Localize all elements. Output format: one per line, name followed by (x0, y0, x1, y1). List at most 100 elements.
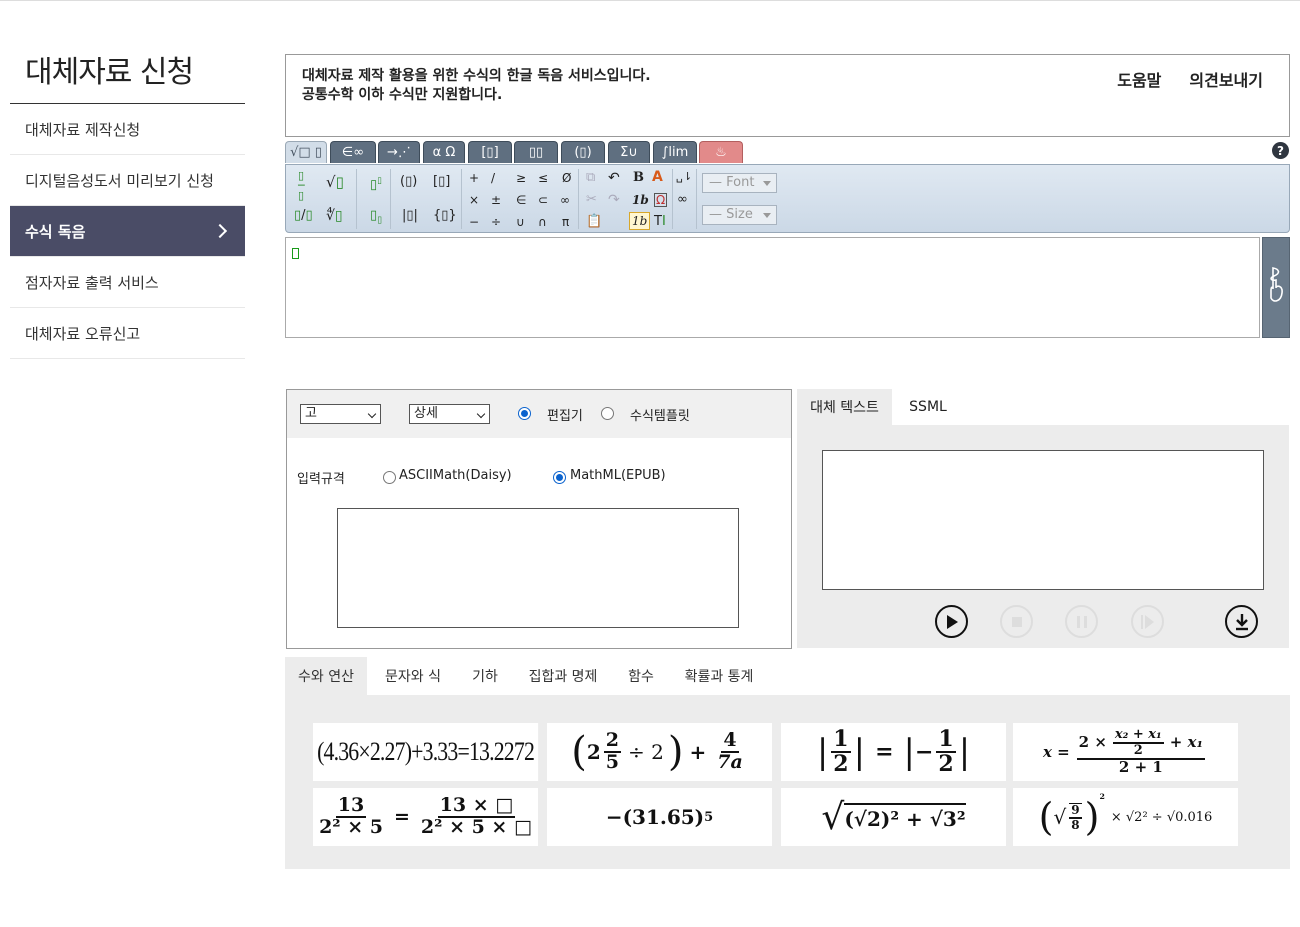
abs-bar-glyph: | (958, 732, 971, 772)
italic-button[interactable]: 1b (632, 193, 649, 207)
undo-icon[interactable]: ↶ (608, 171, 620, 185)
tab-greek[interactable]: α Ω (423, 141, 465, 163)
fraction-icon[interactable]: ▯ ─ ▯ (298, 170, 305, 201)
plus-minus-button[interactable]: ± (491, 193, 501, 207)
space-icon[interactable]: ␣⇂ (676, 170, 692, 184)
copy-icon[interactable]: ⧉ (586, 171, 595, 185)
question-icon[interactable]: ? (1272, 142, 1289, 159)
example-formula-1[interactable]: (4.36×2.27)+3.33=13.2272 (313, 723, 539, 781)
font-select[interactable]: — Font (702, 173, 777, 193)
geq-button[interactable]: ≥ (516, 171, 526, 185)
tab-ssml[interactable]: SSML (897, 389, 959, 425)
sidebar-item-label: 대체자료 제작신청 (25, 120, 141, 139)
italic-toggle-active[interactable]: 1b (629, 212, 651, 230)
tab-numbers-operations[interactable]: 수와 연산 (285, 657, 367, 695)
play-button[interactable] (935, 605, 968, 638)
infinity-button[interactable]: ∞ (560, 193, 570, 207)
download-button[interactable] (1225, 605, 1258, 638)
numerator-tail: + x₁ (1169, 733, 1204, 752)
tab-special[interactable]: ♨ (699, 141, 743, 163)
tab-probability-statistics[interactable]: 확률과 통계 (675, 657, 763, 695)
detail-select[interactable]: 상세 (409, 404, 490, 424)
format-mathml-radio[interactable] (553, 471, 566, 484)
element-of-button[interactable]: ∈ (516, 193, 526, 207)
example-formula-5[interactable]: 13 2² × 5 = 13 × □ 2² × 5 × □ (313, 788, 538, 846)
bold-button[interactable]: B (633, 171, 644, 185)
stop-button[interactable] (1000, 605, 1033, 638)
mode-editor-radio[interactable] (518, 407, 531, 420)
pointer-hand-icon (1270, 267, 1283, 302)
intersection-button[interactable]: ∩ (538, 215, 547, 229)
cut-icon[interactable]: ✂ (586, 193, 597, 207)
level-select[interactable]: 고 (300, 404, 381, 424)
tab-alt-text[interactable]: 대체 텍스트 (797, 389, 892, 425)
redo-icon[interactable]: ↷ (608, 193, 620, 207)
palette-separator (390, 169, 391, 229)
tab-sets-propositions[interactable]: 집합과 명제 (517, 657, 609, 695)
size-select[interactable]: — Size (702, 205, 777, 225)
palette-separator (672, 169, 673, 229)
example-formula-8[interactable]: ( √ 98 ) 2 × √2² ÷ √0.016 (1013, 788, 1238, 846)
tab-scripts[interactable]: ▯▯ (514, 141, 558, 163)
mode-template-radio[interactable] (601, 407, 614, 420)
pi-button[interactable]: π (562, 215, 569, 229)
tab-letters-expressions[interactable]: 문자와 식 (373, 657, 453, 695)
sidebar-item-error-report[interactable]: 대체자료 오류신고 (10, 308, 245, 359)
example-formula-6[interactable]: −(31.65) 5 (547, 788, 772, 846)
alt-text-output[interactable] (822, 450, 1264, 590)
brace-fence-icon[interactable]: {▯} (433, 209, 457, 223)
inner-fraction: x₂ + x₁ 2 (1112, 728, 1164, 757)
example-formula-4[interactable]: x = 2 × x₂ + x₁ 2 + x₁ 2 + 1 (1013, 723, 1238, 781)
special-char-icon[interactable]: Ω (654, 193, 668, 207)
example-formula-2[interactable]: ( 2 25 ÷ 2 ) + 4 7a (547, 723, 772, 781)
editor-side-handle[interactable] (1262, 237, 1290, 338)
feedback-link[interactable]: 의견보내기 (1189, 67, 1263, 91)
leq-button[interactable]: ≤ (538, 171, 548, 185)
tab-geometry[interactable]: 기하 (461, 657, 509, 695)
tab-sum-union[interactable]: Σ∪ (608, 141, 650, 163)
tab-brackets[interactable]: (▯) (561, 141, 605, 163)
tab-root-fraction[interactable]: √□ ▯ (285, 141, 327, 163)
slash-fraction-icon[interactable]: ▯/▯ (294, 209, 313, 223)
union-button[interactable]: ∪ (516, 215, 525, 229)
format-ascii-radio[interactable] (383, 471, 396, 484)
lhs-x: x = (1042, 743, 1070, 761)
bracket-fence-icon[interactable]: [▯] (433, 175, 450, 189)
tab-functions[interactable]: 함수 (615, 657, 667, 695)
formula-input-textarea[interactable] (337, 508, 739, 628)
resume-button[interactable] (1131, 605, 1164, 638)
text-color-icon[interactable]: A (652, 170, 663, 184)
subset-button[interactable]: ⊂ (538, 193, 548, 207)
paste-icon[interactable]: 📋 (586, 215, 602, 229)
minus-button[interactable]: − (469, 215, 479, 229)
nth-root-icon[interactable]: ∜▯ (326, 209, 343, 223)
text-mode-icon[interactable]: TI (654, 215, 666, 229)
sidebar-item-braille-print[interactable]: 점자자료 출력 서비스 (10, 257, 245, 308)
tab-set-infinity[interactable]: ∈∞ (330, 141, 376, 163)
formula-editor-area[interactable] (285, 237, 1260, 338)
plus-button[interactable]: + (469, 171, 479, 185)
fraction-denominator: 2 (833, 751, 849, 777)
tab-integral-limit[interactable]: ∫lim (653, 141, 697, 163)
sidebar-item-audio-preview[interactable]: 디지털음성도서 미리보기 신청 (10, 155, 245, 206)
complex-denominator: 2 + 1 (1118, 757, 1163, 776)
sidebar-item-formula-reading[interactable]: 수식 독음 (10, 206, 245, 257)
sqrt-icon[interactable]: √▯ (326, 175, 344, 190)
left-paren-glyph: ( (1038, 795, 1054, 839)
help-link[interactable]: 도움말 (1117, 67, 1161, 91)
subscript-icon[interactable]: ▯▯ (370, 209, 382, 228)
tab-arrows[interactable]: →⋰ (378, 141, 420, 163)
superscript-icon[interactable]: ▯▯ (370, 173, 382, 192)
abs-fence-icon[interactable]: |▯| (402, 209, 418, 223)
pause-button[interactable] (1065, 605, 1098, 638)
divide-slash-button[interactable]: / (491, 171, 495, 185)
times-button[interactable]: × (469, 193, 479, 207)
paren-fence-icon[interactable]: (▯) (400, 175, 417, 189)
example-formula-3[interactable]: | 12 | = | − 12 | (781, 723, 1006, 781)
empty-set-button[interactable]: Ø (562, 171, 571, 185)
division-button[interactable]: ÷ (491, 215, 501, 229)
link-icon[interactable]: ∞ (677, 193, 688, 207)
example-formula-7[interactable]: √ (√2)² + √3² (781, 788, 1006, 846)
tab-matrix[interactable]: [▯] (468, 141, 512, 163)
sidebar-item-production-request[interactable]: 대체자료 제작신청 (10, 104, 245, 155)
